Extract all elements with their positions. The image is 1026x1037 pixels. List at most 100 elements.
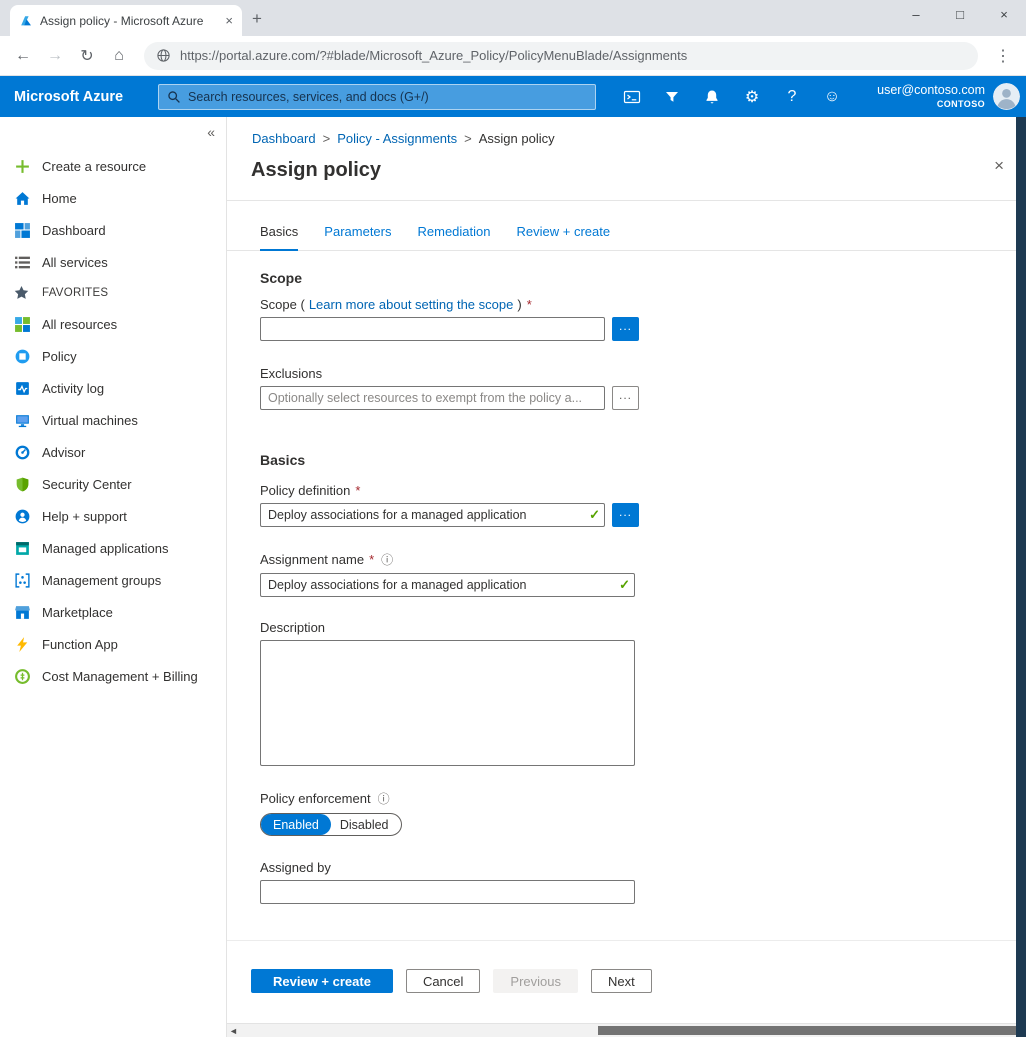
- new-tab-button[interactable]: +: [242, 5, 272, 33]
- sidebar-item-managed-applications[interactable]: Managed applications: [0, 532, 226, 564]
- browser-titlebar: Assign policy - Microsoft Azure × + – □ …: [0, 0, 1026, 36]
- tab-parameters[interactable]: Parameters: [324, 224, 391, 250]
- settings-gear-icon[interactable]: ⚙: [732, 76, 772, 117]
- cancel-button[interactable]: Cancel: [406, 969, 480, 993]
- sidebar-item-home[interactable]: Home: [0, 182, 226, 214]
- basics-section-title: Basics: [260, 452, 1016, 468]
- sidebar-item-all-resources[interactable]: All resources: [0, 308, 226, 340]
- vertical-scrollbar[interactable]: [1016, 117, 1026, 1037]
- global-search[interactable]: [158, 84, 596, 110]
- sidebar-item-policy[interactable]: Policy: [0, 340, 226, 372]
- forward-icon[interactable]: →: [40, 41, 70, 71]
- assignment-name-input[interactable]: [260, 573, 635, 597]
- sidebar-item-virtual-machines[interactable]: Virtual machines: [0, 404, 226, 436]
- assigned-by-label: Assigned by: [260, 860, 1016, 875]
- sidebar-item-marketplace[interactable]: Marketplace: [0, 596, 226, 628]
- description-label: Description: [260, 620, 1016, 635]
- breadcrumb-current: Assign policy: [479, 131, 555, 146]
- cloud-shell-icon[interactable]: [612, 76, 652, 117]
- horizontal-scrollbar-thumb[interactable]: [598, 1026, 1016, 1035]
- tab-review-create[interactable]: Review + create: [517, 224, 611, 250]
- scope-learn-more-link[interactable]: Learn more about setting the scope: [309, 297, 514, 312]
- sidebar-item-label: All resources: [42, 317, 117, 332]
- breadcrumb-dashboard[interactable]: Dashboard: [252, 131, 316, 146]
- scroll-left-icon[interactable]: ◄: [229, 1025, 238, 1037]
- review-create-button[interactable]: Review + create: [251, 969, 393, 993]
- sidebar-item-label: Policy: [42, 349, 77, 364]
- browser-menu-icon[interactable]: ⋮: [988, 41, 1018, 71]
- site-info-globe-icon[interactable]: [156, 48, 171, 63]
- policy-icon: [14, 348, 31, 365]
- scope-browse-button[interactable]: ...: [612, 317, 639, 341]
- user-block[interactable]: user@contoso.com CONTOSO: [877, 83, 993, 110]
- url-text: https://portal.azure.com/?#blade/Microso…: [180, 48, 687, 63]
- assigned-by-input[interactable]: [260, 880, 635, 904]
- info-icon: ⓘ: [378, 790, 390, 807]
- sidebar-item-advisor[interactable]: Advisor: [0, 436, 226, 468]
- enforcement-enabled-option[interactable]: Enabled: [261, 814, 331, 835]
- minimize-icon[interactable]: –: [894, 0, 938, 34]
- help-support-person-icon: [14, 508, 31, 525]
- sidebar-item-help-support[interactable]: Help + support: [0, 500, 226, 532]
- sidebar-item-dashboard[interactable]: Dashboard: [0, 214, 226, 246]
- policy-enforcement-label: Policy enforcement ⓘ: [260, 790, 1016, 807]
- sidebar-item-management-groups[interactable]: Management groups: [0, 564, 226, 596]
- sidebar-item-label: All services: [42, 255, 108, 270]
- dashboard-icon: [14, 222, 31, 239]
- enforcement-disabled-option[interactable]: Disabled: [331, 814, 401, 835]
- sidebar-item-all-services[interactable]: All services: [0, 246, 226, 278]
- footer-divider: [227, 940, 1016, 941]
- address-bar[interactable]: https://portal.azure.com/?#blade/Microso…: [144, 42, 978, 70]
- refresh-icon[interactable]: ↻: [72, 41, 102, 71]
- blade-header: Assign policy ×: [227, 146, 1016, 201]
- required-marker: *: [355, 483, 360, 498]
- azure-favicon-icon: [19, 14, 33, 28]
- sidebar-item-label: Advisor: [42, 445, 85, 460]
- sidebar-collapse-icon[interactable]: «: [207, 124, 215, 140]
- managed-applications-icon: [14, 540, 31, 557]
- horizontal-scrollbar[interactable]: ◄: [227, 1023, 1016, 1037]
- directory-filter-icon[interactable]: [652, 76, 692, 117]
- policy-definition-input[interactable]: [260, 503, 605, 527]
- user-org: CONTOSO: [877, 99, 985, 110]
- breadcrumb-policy-assignments[interactable]: Policy - Assignments: [337, 131, 457, 146]
- back-icon[interactable]: ←: [8, 41, 38, 71]
- avatar[interactable]: [993, 83, 1020, 110]
- help-icon[interactable]: ?: [772, 76, 812, 117]
- browser-tab[interactable]: Assign policy - Microsoft Azure ×: [10, 5, 242, 36]
- sidebar-item-create-a-resource[interactable]: Create a resource: [0, 150, 226, 182]
- sidebar-item-label: Management groups: [42, 573, 161, 588]
- info-icon: ⓘ: [381, 551, 393, 568]
- exclusions-browse-button[interactable]: ...: [612, 386, 639, 410]
- policy-definition-browse-button[interactable]: ...: [612, 503, 639, 527]
- description-textarea[interactable]: [260, 640, 635, 766]
- scope-label-prefix: Scope (: [260, 297, 305, 312]
- sidebar-item-label: FAVORITES: [42, 287, 108, 299]
- footer-actions: Review + create Cancel Previous Next: [251, 969, 652, 993]
- tab-remediation[interactable]: Remediation: [418, 224, 491, 250]
- window-close-icon[interactable]: ×: [982, 0, 1026, 34]
- search-icon: [167, 90, 181, 104]
- tab-close-icon[interactable]: ×: [225, 13, 233, 28]
- scope-label-suffix: ): [517, 297, 521, 312]
- tab-basics[interactable]: Basics: [260, 224, 298, 251]
- azure-brand[interactable]: Microsoft Azure: [14, 89, 142, 105]
- maximize-icon[interactable]: □: [938, 0, 982, 34]
- next-button[interactable]: Next: [591, 969, 652, 993]
- sidebar-item-activity-log[interactable]: Activity log: [0, 372, 226, 404]
- previous-button[interactable]: Previous: [493, 969, 578, 993]
- scope-input[interactable]: [260, 317, 605, 341]
- exclusions-input[interactable]: [260, 386, 605, 410]
- notifications-bell-icon[interactable]: [692, 76, 732, 117]
- feedback-smiley-icon[interactable]: ☺: [812, 76, 852, 117]
- sidebar-item-security-center[interactable]: Security Center: [0, 468, 226, 500]
- scope-label: Scope ( Learn more about setting the scop…: [260, 297, 1016, 312]
- browser-home-icon[interactable]: ⌂: [104, 41, 134, 71]
- sidebar-item-label: Function App: [42, 637, 118, 652]
- blade-close-icon[interactable]: ×: [994, 156, 1004, 176]
- search-input[interactable]: [188, 90, 587, 104]
- sidebar-item-cost-management-billing[interactable]: Cost Management + Billing: [0, 660, 226, 692]
- tab-title: Assign policy - Microsoft Azure: [40, 14, 218, 28]
- sidebar-item-function-app[interactable]: Function App: [0, 628, 226, 660]
- sidebar-item-label: Activity log: [42, 381, 104, 396]
